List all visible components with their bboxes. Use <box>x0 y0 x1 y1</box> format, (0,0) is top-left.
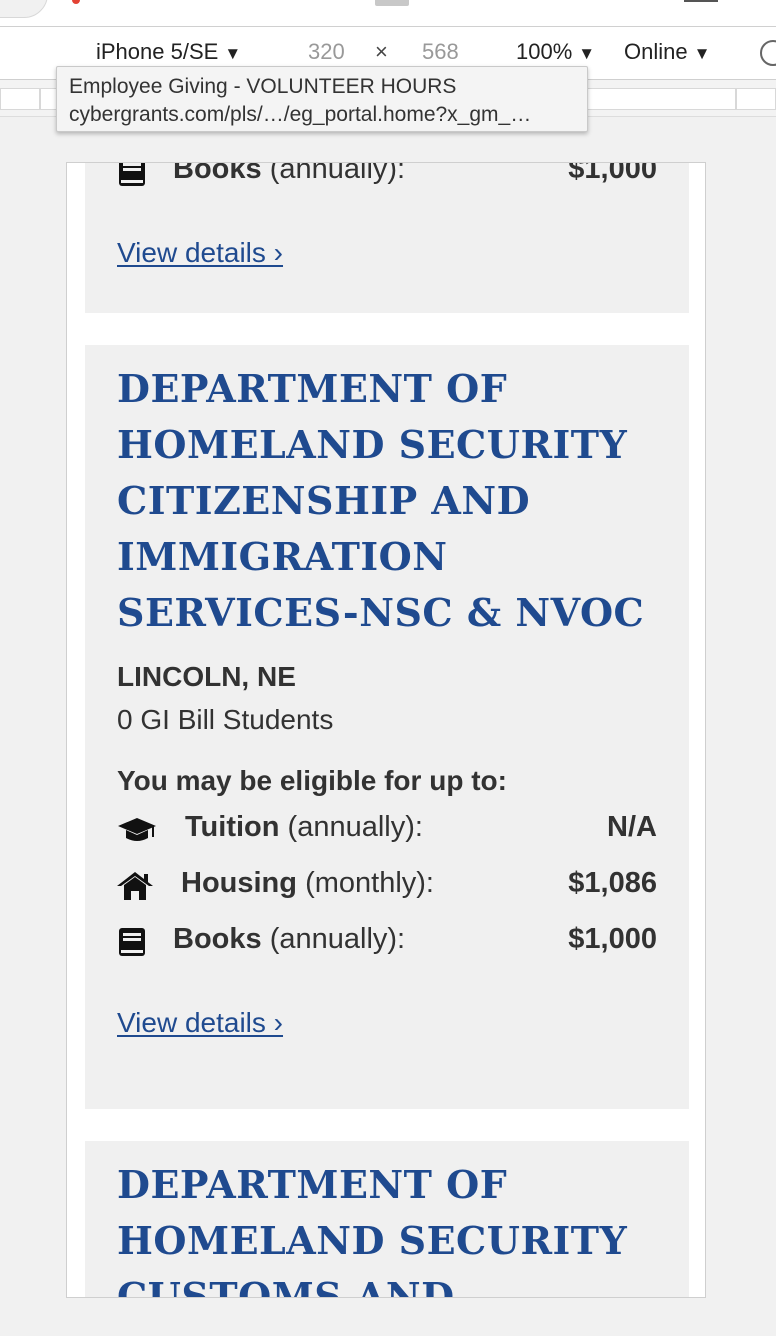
tab-tooltip: Employee Giving - VOLUNTEER HOURS cyberg… <box>56 66 588 132</box>
dimension-separator: × <box>375 39 388 64</box>
device-select[interactable]: iPhone 5/SE ▼ <box>96 39 241 65</box>
benefit-amount: $1,000 <box>568 923 657 955</box>
tooltip-url: cybergrants.com/pls/…/eg_portal.home?x_g… <box>69 103 532 126</box>
title-line: HOMELAND SECURITY <box>117 422 628 467</box>
employer-card: DEPARTMENT OF HOMELAND SECURITY CITIZENS… <box>85 345 689 1109</box>
book-icon <box>119 163 145 186</box>
mobile-viewport: Books (annually): $1,000 View details › … <box>66 162 706 1298</box>
benefit-row-books: Books (annually): $1,000 <box>117 913 657 969</box>
bookmark-icon[interactable] <box>375 0 409 6</box>
title-line: CITIZENSHIP AND <box>117 478 531 523</box>
benefit-label: Books (annually): <box>173 162 406 186</box>
title-line: IMMIGRATION <box>117 534 448 579</box>
title-line: SERVICES-NSC & NVOC <box>117 590 645 635</box>
ruler-segment[interactable] <box>736 88 776 110</box>
title-line: DEPARTMENT OF <box>117 366 508 411</box>
benefit-period: (annually): <box>287 811 423 843</box>
benefit-amount: N/A <box>607 811 657 843</box>
rotate-icon[interactable] <box>760 40 776 66</box>
height-input[interactable]: 568 <box>422 39 459 65</box>
tooltip-title: Employee Giving - VOLUNTEER HOURS <box>69 75 457 98</box>
zoom-select[interactable]: 100% ▼ <box>516 39 595 65</box>
menu-icon[interactable] <box>684 0 718 2</box>
chevron-down-icon: ▼ <box>578 44 596 63</box>
title-line: CUSTOMS AND BORDER <box>117 1274 455 1298</box>
benefit-name: Books <box>173 162 262 185</box>
benefit-period: (monthly): <box>305 867 434 899</box>
benefit-name: Tuition <box>185 811 280 843</box>
network-select[interactable]: Online ▼ <box>624 39 710 65</box>
benefit-name: Housing <box>181 867 297 899</box>
title-line: HOMELAND SECURITY <box>117 1218 628 1263</box>
view-details-link[interactable]: View details › <box>117 1007 283 1039</box>
view-details-link[interactable]: View details › <box>117 237 283 269</box>
benefit-amount: $1,086 <box>568 867 657 899</box>
benefit-row-tuition: Tuition (annually): N/A <box>117 801 657 857</box>
benefit-label: Tuition (annually): <box>185 811 423 844</box>
title-line: DEPARTMENT OF <box>117 1162 508 1207</box>
favicon-icon <box>72 0 80 4</box>
benefit-row-housing: Housing (monthly): $1,086 <box>117 857 657 913</box>
width-input[interactable]: 320 <box>308 39 345 65</box>
employer-location: LINCOLN, NE <box>117 661 296 692</box>
network-value: Online <box>624 39 688 64</box>
browser-tab-strip <box>0 0 776 27</box>
home-icon <box>117 872 153 900</box>
ruler-segment[interactable] <box>0 88 40 110</box>
benefit-period: (annually): <box>269 923 406 955</box>
benefit-label: Housing (monthly): <box>181 867 434 900</box>
benefit-amount: $1,000 <box>568 162 657 185</box>
chevron-down-icon: ▼ <box>693 44 711 63</box>
employer-card: DEPARTMENT OF HOMELAND SECURITY CUSTOMS … <box>85 1141 689 1298</box>
employer-title[interactable]: DEPARTMENT OF HOMELAND SECURITY CUSTOMS … <box>117 1157 657 1298</box>
gi-bill-students-count: 0 GI Bill Students <box>117 704 334 735</box>
benefit-label: Books (annually): <box>173 923 405 956</box>
employer-card: Books (annually): $1,000 View details › <box>85 162 689 313</box>
eligibility-heading: You may be eligible for up to: <box>117 765 507 796</box>
chevron-down-icon: ▼ <box>224 44 242 63</box>
benefit-name: Books <box>173 923 262 955</box>
zoom-value: 100% <box>516 39 573 64</box>
back-button[interactable] <box>0 0 48 18</box>
employer-title[interactable]: DEPARTMENT OF HOMELAND SECURITY CITIZENS… <box>117 361 657 641</box>
benefit-row-books: Books (annually): $1,000 <box>117 162 657 199</box>
device-name: iPhone 5/SE <box>96 39 219 64</box>
graduation-cap-icon <box>118 818 156 841</box>
book-icon <box>119 928 145 956</box>
benefit-period: (annually): <box>269 162 406 185</box>
